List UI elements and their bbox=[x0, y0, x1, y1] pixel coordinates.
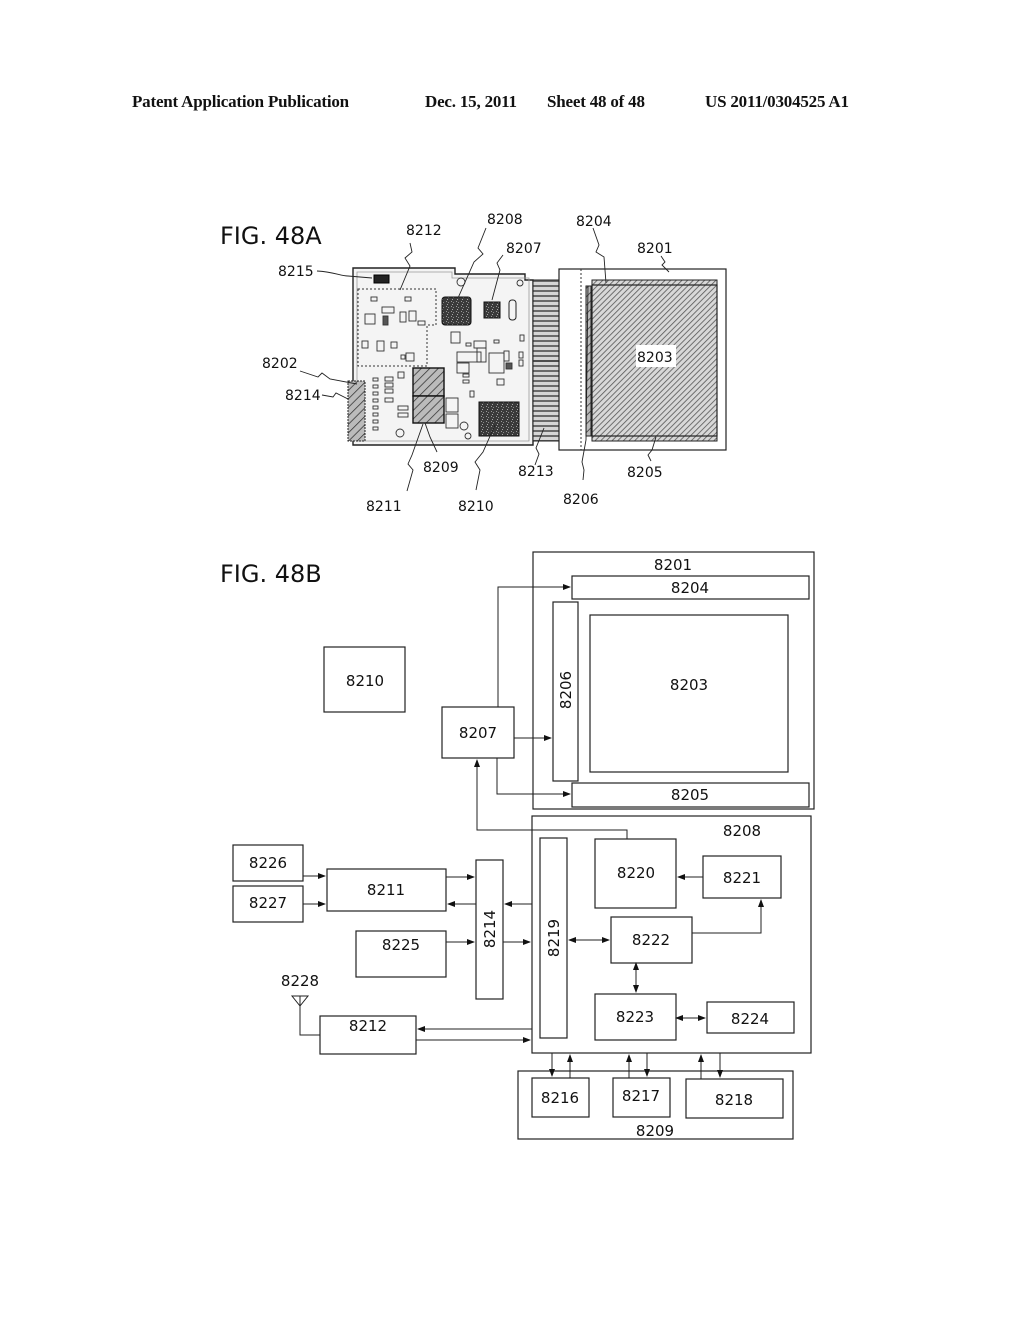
block-8208 bbox=[531, 815, 812, 1054]
text-8228: 8228 bbox=[281, 972, 319, 990]
text-8205: 8205 bbox=[671, 786, 709, 804]
text-8224: 8224 bbox=[731, 1010, 769, 1028]
text-8222: 8222 bbox=[632, 931, 670, 949]
text-8204: 8204 bbox=[671, 579, 709, 597]
text-8219: 8219 bbox=[545, 919, 563, 957]
text-8221: 8221 bbox=[723, 869, 761, 887]
text-8227: 8227 bbox=[249, 894, 287, 912]
text-8225: 8225 bbox=[382, 936, 420, 954]
text-8209: 8209 bbox=[636, 1122, 674, 1140]
text-8208: 8208 bbox=[723, 822, 761, 840]
text-8211: 8211 bbox=[367, 881, 405, 899]
connection-lines bbox=[299, 584, 764, 1079]
text-8217: 8217 bbox=[622, 1087, 660, 1105]
text-8214: 8214 bbox=[481, 910, 499, 948]
fig-48b-block-diagram: 8201 8204 8203 8205 8206 8210 8207 8208 … bbox=[232, 551, 815, 1140]
text-8218: 8218 bbox=[715, 1091, 753, 1109]
text-8223: 8223 bbox=[616, 1008, 654, 1026]
text-8203: 8203 bbox=[670, 676, 708, 694]
text-8207: 8207 bbox=[459, 724, 497, 742]
text-8210: 8210 bbox=[346, 672, 384, 690]
text-8206: 8206 bbox=[557, 671, 575, 709]
text-8212: 8212 bbox=[349, 1017, 387, 1035]
text-8201: 8201 bbox=[654, 556, 692, 574]
text-8220: 8220 bbox=[617, 864, 655, 882]
text-8226: 8226 bbox=[249, 854, 287, 872]
text-8216: 8216 bbox=[541, 1089, 579, 1107]
